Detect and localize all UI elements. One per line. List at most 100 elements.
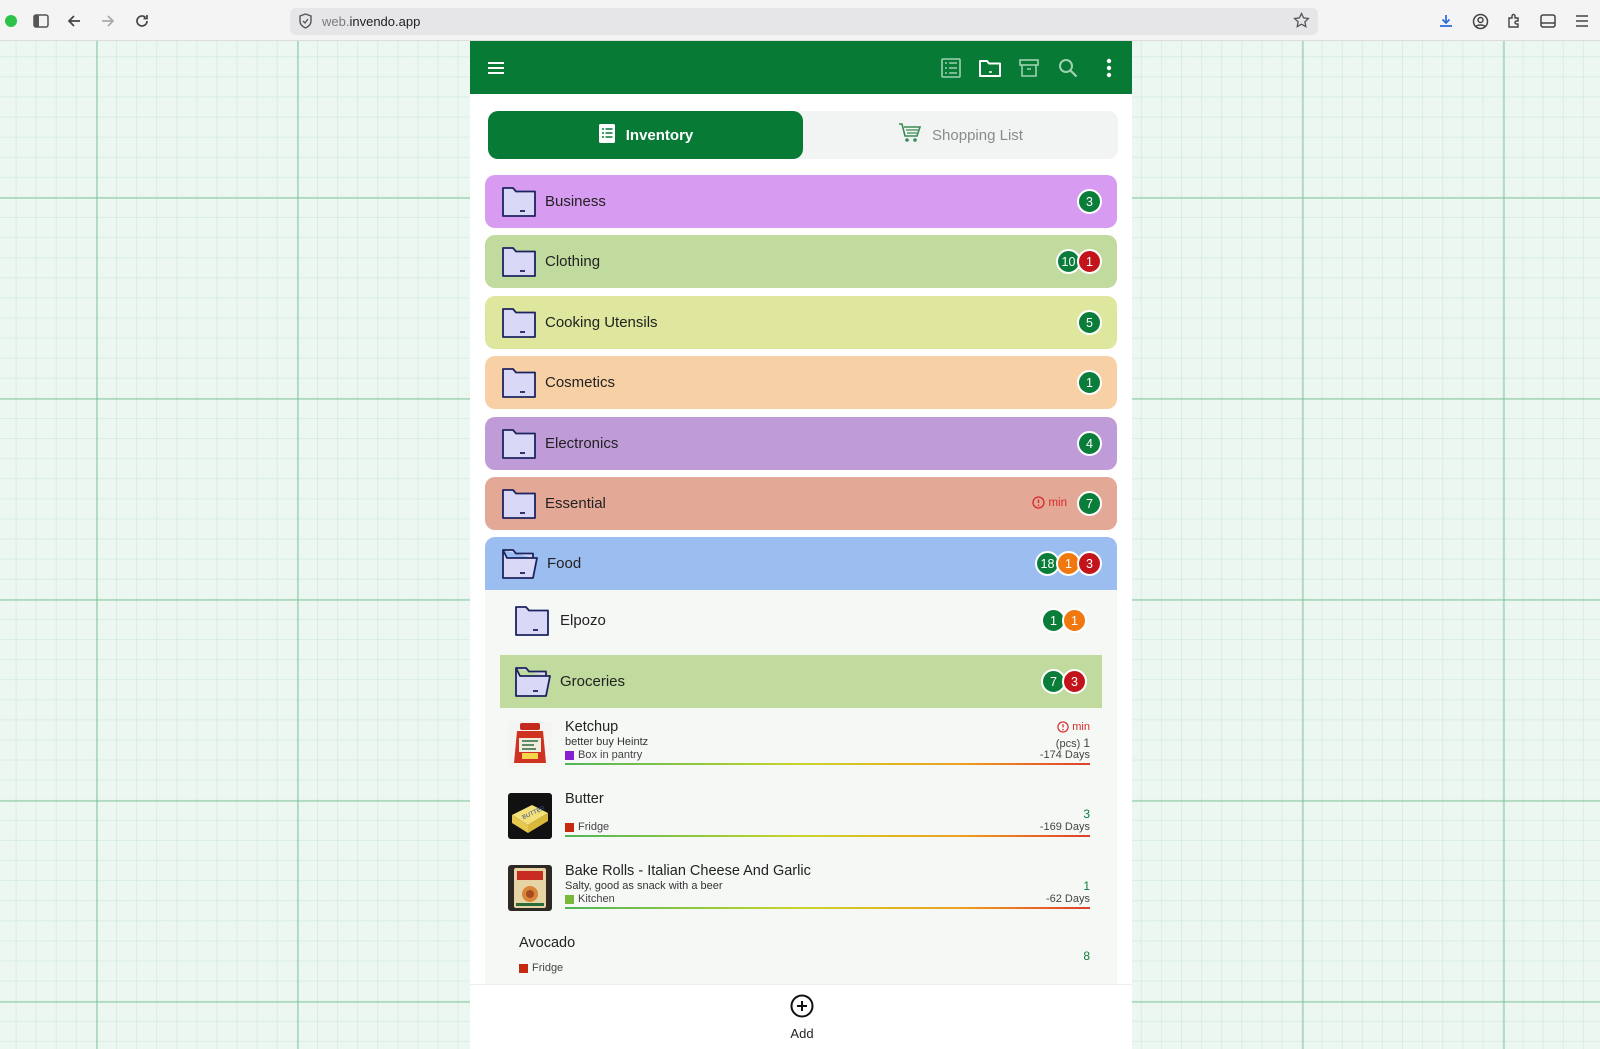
item-location: Box in pantry <box>565 749 642 761</box>
item-thumbnail <box>508 865 552 911</box>
app-window: Inventory Shopping List Business 3 Cloth… <box>470 41 1132 1049</box>
folder-icon <box>501 306 537 345</box>
folder-essential[interactable]: Essential min 7 <box>485 477 1117 530</box>
more-vert-icon[interactable] <box>1095 54 1123 82</box>
search-icon[interactable] <box>1054 54 1082 82</box>
location-name: Kitchen <box>578 893 615 905</box>
expiring-badge: 1 <box>1062 608 1087 633</box>
folder-icon <box>501 366 537 405</box>
shopping-cart-icon <box>898 122 922 148</box>
item-quantity: 8 <box>1083 949 1090 963</box>
tab-shopping-list[interactable]: Shopping List <box>803 111 1118 159</box>
folder-food[interactable]: Food 18 1 3 <box>485 537 1117 590</box>
reload-icon[interactable] <box>132 11 152 31</box>
folder-electronics[interactable]: Electronics 4 <box>485 417 1117 470</box>
folder-badges: 1 <box>1077 370 1102 395</box>
subfolder-elpozo[interactable]: Elpozo 11 <box>500 594 1102 647</box>
item-days: -174 Days <box>1039 749 1090 761</box>
item-thumbnail: BUTTER <box>508 793 552 839</box>
folder-name: Groceries <box>560 673 626 690</box>
hamburger-menu-icon[interactable] <box>482 54 510 82</box>
location-name: Fridge <box>532 962 564 974</box>
forward-arrow-icon[interactable] <box>98 11 118 31</box>
expired-badge: 1 <box>1077 249 1102 274</box>
folder-badges: 73 <box>1041 669 1087 694</box>
freshness-bar <box>565 907 1090 909</box>
app-bar <box>470 41 1132 94</box>
count-badge: 4 <box>1077 431 1102 456</box>
bottom-action-bar: Add <box>470 984 1132 1049</box>
url-prefix: web. <box>322 14 350 29</box>
account-icon[interactable] <box>1470 11 1490 31</box>
expired-badge: 3 <box>1062 669 1087 694</box>
folder-cooking-utensils[interactable]: Cooking Utensils 5 <box>485 296 1117 349</box>
count-badge: 5 <box>1077 310 1102 335</box>
folder-badges: 4 <box>1077 431 1102 456</box>
item-quantity: 1 <box>1083 879 1090 893</box>
folder-name: Cooking Utensils <box>545 314 658 331</box>
min-warning: min <box>1032 496 1067 509</box>
item-location: Fridge <box>565 821 609 833</box>
folder-badges: 5 <box>1077 310 1102 335</box>
add-button[interactable]: Add <box>777 993 827 1041</box>
item-quantity: 3 <box>1083 807 1090 821</box>
folder-badges: 3 <box>1077 189 1102 214</box>
count-badge: 3 <box>1077 189 1102 214</box>
count-badge: 1 <box>1077 370 1102 395</box>
item-location: Kitchen <box>565 893 615 905</box>
folder-badges: 18 1 3 <box>1035 551 1102 576</box>
item-avocado[interactable]: Avocado Fridge 8 <box>500 924 1102 984</box>
item-butter[interactable]: BUTTER Butter Fridge 3 -169 Days <box>500 780 1102 850</box>
tab-inventory[interactable]: Inventory <box>488 111 803 159</box>
min-warning: min <box>1057 721 1090 733</box>
folder-badges: 7 <box>1077 491 1102 516</box>
item-days: -169 Days <box>1039 821 1090 833</box>
folder-business[interactable]: Business 3 <box>485 175 1117 228</box>
item-name: Avocado <box>519 935 576 951</box>
alert-circle-icon <box>1057 721 1069 733</box>
download-icon[interactable] <box>1436 11 1456 31</box>
item-name: Butter <box>565 791 604 807</box>
archive-icon[interactable] <box>1015 54 1043 82</box>
folder-icon <box>501 487 537 526</box>
min-warning-label: min <box>1072 721 1090 733</box>
folder-icon <box>514 604 550 643</box>
add-label: Add <box>790 1026 814 1041</box>
folder-clothing[interactable]: Clothing 10 1 <box>485 235 1117 288</box>
item-name: Ketchup <box>565 719 619 735</box>
folder-name: Business <box>545 193 606 210</box>
min-warning-label: min <box>1048 496 1067 509</box>
item-location: Fridge <box>519 962 563 974</box>
subfolder-groceries[interactable]: Groceries 73 <box>500 655 1102 708</box>
address-bar[interactable]: web.invendo.app <box>290 8 1318 35</box>
sidebar-toggle-icon[interactable] <box>31 11 51 31</box>
folder-name: Food <box>547 555 582 572</box>
item-thumbnail <box>508 721 552 767</box>
star-icon[interactable] <box>1293 11 1310 34</box>
location-color <box>565 822 574 832</box>
item-bake-rolls[interactable]: Bake Rolls - Italian Cheese And Garlic S… <box>500 852 1102 922</box>
sidebar-icon[interactable] <box>1538 11 1558 31</box>
menu-icon[interactable] <box>1572 11 1592 31</box>
folder-view-icon[interactable] <box>976 54 1004 82</box>
item-ketchup[interactable]: Ketchup better buy Heintz Box in pantry … <box>500 708 1102 778</box>
shield-icon <box>298 13 313 34</box>
extensions-icon[interactable] <box>1504 11 1524 31</box>
item-name: Bake Rolls - Italian Cheese And Garlic <box>565 863 811 879</box>
tab-inventory-label: Inventory <box>625 126 694 144</box>
url-domain: invendo.app <box>349 14 421 29</box>
folder-name: Essential <box>545 495 606 512</box>
back-arrow-icon[interactable] <box>64 11 84 31</box>
location-name: Fridge <box>578 821 610 833</box>
tab-bar: Inventory Shopping List <box>488 111 1118 159</box>
window-traffic-light[interactable] <box>5 15 17 27</box>
folder-badges: 11 <box>1041 608 1087 633</box>
url-text: web.invendo.app <box>322 14 420 29</box>
clipboard-list-icon <box>598 122 616 148</box>
folder-icon <box>501 245 537 284</box>
folder-cosmetics[interactable]: Cosmetics 1 <box>485 356 1117 409</box>
list-view-icon[interactable] <box>937 54 965 82</box>
location-color <box>565 750 574 760</box>
item-description: Salty, good as snack with a beer <box>565 880 723 892</box>
alert-circle-icon <box>1032 496 1046 509</box>
